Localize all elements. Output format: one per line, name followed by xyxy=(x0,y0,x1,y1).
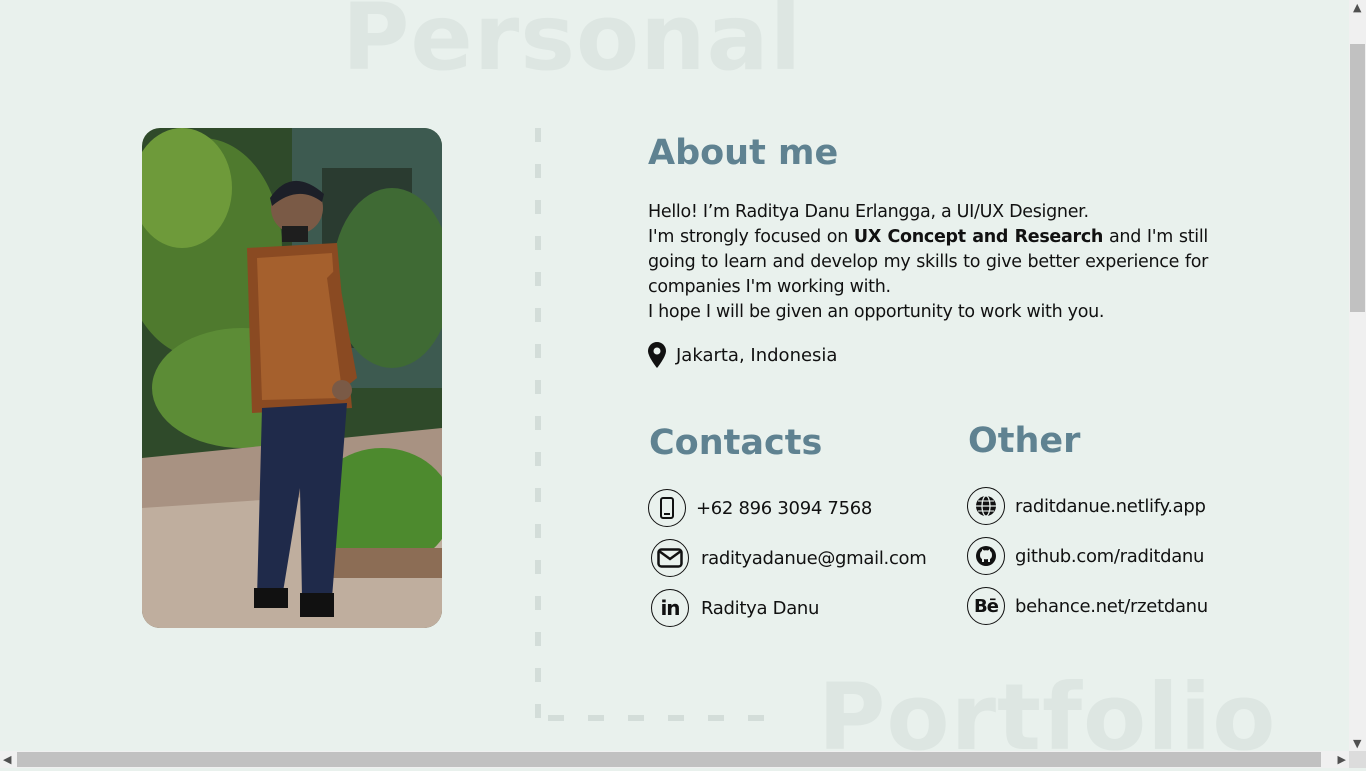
location: Jakarta, Indonesia xyxy=(648,342,837,368)
github-link[interactable]: github.com/raditdanu xyxy=(1015,546,1204,567)
horizontal-scrollbar[interactable]: ◀ ▶ xyxy=(0,751,1349,768)
about-line-1: Hello! I’m Raditya Danu Erlangga, a UI/U… xyxy=(648,202,1089,222)
horizontal-scroll-thumb[interactable] xyxy=(17,752,1321,767)
about-line-2: I'm strongly focused on UX Concept and R… xyxy=(648,225,1208,300)
linkedin-glyph: in xyxy=(660,596,680,620)
contact-linkedin[interactable]: in Raditya Danu xyxy=(651,589,819,627)
contacts-title: Contacts xyxy=(649,423,823,463)
globe-icon xyxy=(967,487,1005,525)
github-icon xyxy=(967,537,1005,575)
other-behance[interactable]: Bē behance.net/rzetdanu xyxy=(967,587,1208,625)
location-text: Jakarta, Indonesia xyxy=(676,344,838,366)
background-word-personal: Personal xyxy=(342,0,803,91)
scroll-right-icon[interactable]: ▶ xyxy=(1338,754,1346,765)
contact-email[interactable]: radityadanue@gmail.com xyxy=(651,539,927,577)
behance-icon: Bē xyxy=(967,587,1005,625)
phone-icon xyxy=(648,489,686,527)
vertical-scrollbar[interactable]: ▲ ▼ xyxy=(1349,0,1366,751)
dashed-divider-horizontal xyxy=(548,715,768,721)
profile-photo xyxy=(142,128,442,628)
phone-number[interactable]: +62 896 3094 7568 xyxy=(696,498,872,519)
scroll-down-icon[interactable]: ▼ xyxy=(1353,738,1361,749)
scrollbar-corner xyxy=(1349,751,1366,768)
email-address[interactable]: radityadanue@gmail.com xyxy=(701,548,927,569)
vertical-scroll-thumb[interactable] xyxy=(1350,44,1365,312)
about-line-2-pre: I'm strongly focused on xyxy=(648,227,854,247)
behance-glyph: Bē xyxy=(974,595,999,617)
other-title: Other xyxy=(968,421,1081,461)
linkedin-icon: in xyxy=(651,589,689,627)
scroll-left-icon[interactable]: ◀ xyxy=(3,754,11,765)
website-link[interactable]: raditdanue.netlify.app xyxy=(1015,496,1206,517)
about-line-3: I hope I will be given an opportunity to… xyxy=(648,302,1105,322)
dashed-divider-vertical xyxy=(535,128,541,718)
about-description: Hello! I’m Raditya Danu Erlangga, a UI/U… xyxy=(648,200,1208,325)
about-focus-highlight: UX Concept and Research xyxy=(853,227,1104,247)
other-website[interactable]: raditdanue.netlify.app xyxy=(967,487,1206,525)
contact-phone[interactable]: +62 896 3094 7568 xyxy=(648,489,872,527)
about-title: About me xyxy=(648,133,839,173)
mail-icon xyxy=(651,539,689,577)
scroll-up-icon[interactable]: ▲ xyxy=(1353,2,1361,13)
map-pin-icon xyxy=(648,342,666,368)
other-github[interactable]: github.com/raditdanu xyxy=(967,537,1204,575)
behance-link[interactable]: behance.net/rzetdanu xyxy=(1015,596,1208,617)
linkedin-name[interactable]: Raditya Danu xyxy=(701,598,819,619)
